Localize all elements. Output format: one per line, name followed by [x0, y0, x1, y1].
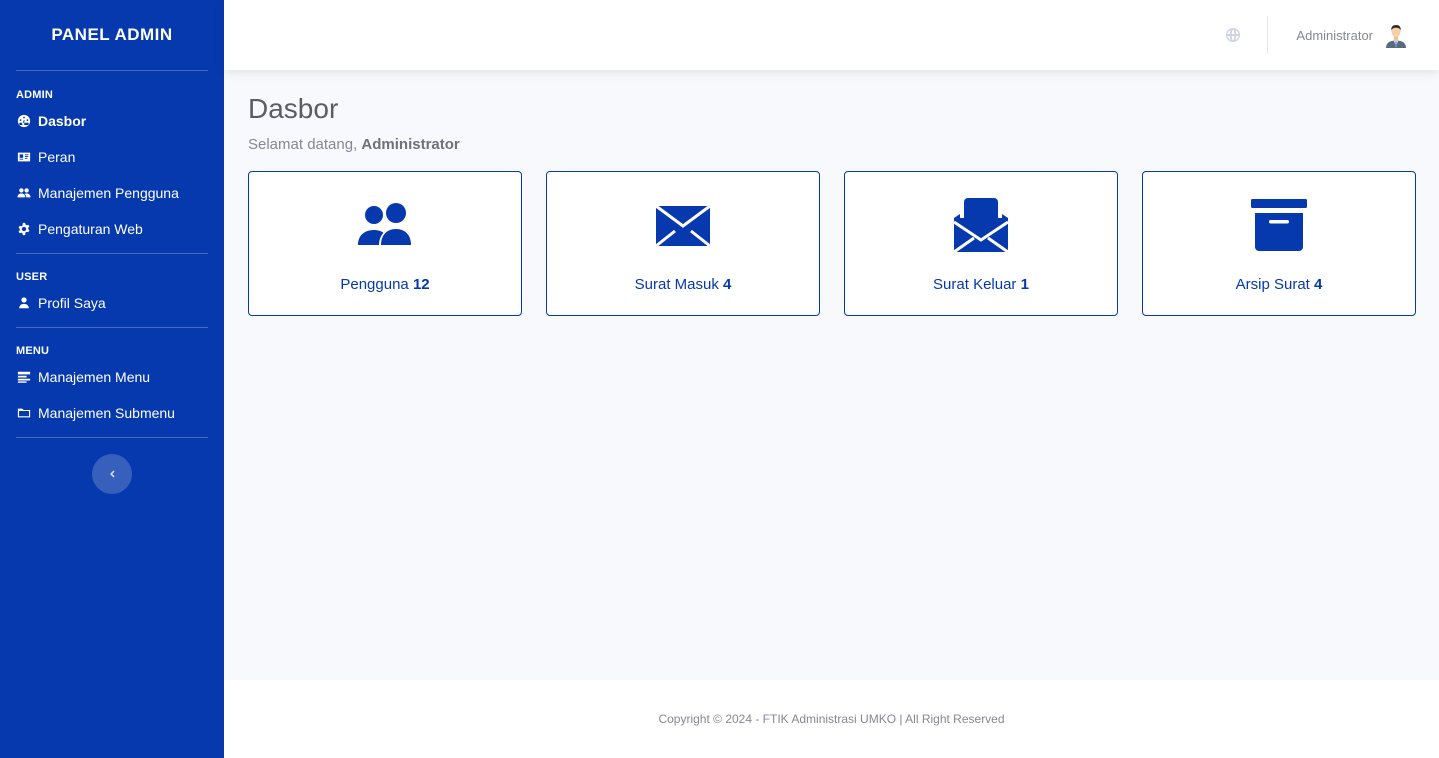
sidebar-item-manajemen-submenu[interactable]: Manajemen Submenu	[0, 395, 224, 431]
card-title: Surat Keluar	[933, 276, 1017, 293]
sidebar-item-label: Pengaturan Web	[38, 221, 143, 237]
sidebar: PANEL ADMIN ADMIN Dasbor Peran Manajemen…	[0, 0, 224, 758]
card-count: 4	[723, 276, 732, 293]
topbar: Administrator	[224, 0, 1439, 70]
dashboard-gauge-icon	[16, 113, 32, 129]
page-title: Dasbor	[248, 93, 339, 124]
sidebar-item-label: Profil Saya	[38, 295, 106, 311]
sidebar-item-profil-saya[interactable]: Profil Saya	[0, 285, 224, 321]
card-count: 12	[412, 276, 430, 293]
sidebar-toggle-button[interactable]	[92, 454, 132, 494]
copyright-text: Copyright © 2024 - FTIK Administrasi UMK…	[658, 712, 1005, 726]
archive-box-icon	[1250, 198, 1308, 254]
card-label: Surat Keluar 1	[933, 276, 1029, 293]
card-title: Pengguna	[340, 276, 409, 293]
users-icon	[356, 198, 414, 254]
envelope-icon	[654, 198, 712, 254]
sidebar-heading-menu: MENU	[16, 345, 50, 357]
sidebar-item-label: Manajemen Submenu	[38, 405, 175, 421]
topbar-divider	[1267, 16, 1269, 54]
brand-title[interactable]: PANEL ADMIN	[0, 0, 224, 70]
welcome-text: Selamat datang, Administrator	[248, 136, 1416, 153]
user-icon	[16, 295, 32, 311]
card-label: Pengguna 12	[340, 276, 429, 293]
footer: Copyright © 2024 - FTIK Administrasi UMK…	[224, 680, 1439, 758]
sidebar-item-label: Dasbor	[38, 113, 87, 129]
topbar-user-name[interactable]: Administrator	[1296, 28, 1373, 43]
welcome-name: Administrator	[361, 136, 460, 153]
sidebar-item-label: Manajemen Menu	[38, 369, 151, 385]
sidebar-divider	[16, 253, 208, 254]
sidebar-item-manajemen-menu[interactable]: Manajemen Menu	[0, 359, 224, 395]
welcome-prefix: Selamat datang,	[248, 136, 362, 153]
sidebar-item-pengaturan-web[interactable]: Pengaturan Web	[0, 211, 224, 247]
globe-icon[interactable]	[1225, 27, 1241, 43]
sidebar-divider	[16, 327, 208, 328]
gear-icon	[16, 221, 32, 237]
card-surat-keluar[interactable]: Surat Keluar 1	[844, 171, 1118, 316]
envelope-open-icon	[952, 198, 1010, 254]
card-arsip-surat[interactable]: Arsip Surat 4	[1142, 171, 1416, 316]
sidebar-item-peran[interactable]: Peran	[0, 139, 224, 175]
card-count: 4	[1314, 276, 1323, 293]
card-title: Surat Masuk	[634, 276, 719, 293]
list-icon	[16, 369, 32, 385]
card-count: 1	[1020, 276, 1029, 293]
sidebar-divider	[16, 437, 208, 438]
sidebar-heading-admin: ADMIN	[16, 89, 54, 101]
sidebar-heading-user: USER	[16, 271, 48, 283]
sidebar-divider	[16, 70, 208, 71]
stat-cards: Pengguna 12 Surat Masuk 4 Surat Keluar 1…	[248, 171, 1416, 316]
card-surat-masuk[interactable]: Surat Masuk 4	[546, 171, 820, 316]
user-avatar-icon[interactable]	[1383, 22, 1409, 48]
sidebar-item-label: Peran	[38, 149, 76, 165]
card-pengguna[interactable]: Pengguna 12	[248, 171, 522, 316]
chevron-left-icon	[107, 469, 117, 479]
card-title: Arsip Surat	[1235, 276, 1310, 293]
id-card-icon	[16, 149, 32, 165]
main-content: Dasbor Selamat datang, Administrator Pen…	[248, 70, 1416, 316]
sidebar-item-manajemen-pengguna[interactable]: Manajemen Pengguna	[0, 175, 224, 211]
sidebar-item-dasbor[interactable]: Dasbor	[0, 103, 224, 139]
sidebar-item-label: Manajemen Pengguna	[38, 185, 179, 201]
card-label: Arsip Surat 4	[1236, 276, 1323, 293]
folder-icon	[16, 405, 32, 421]
card-label: Surat Masuk 4	[635, 276, 732, 293]
users-icon	[16, 185, 32, 201]
